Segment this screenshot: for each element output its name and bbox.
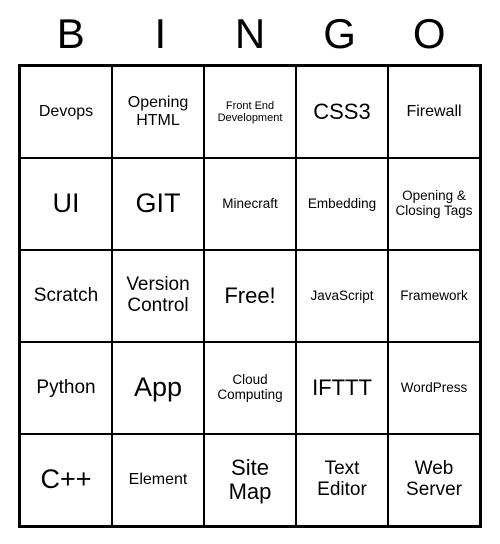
bingo-cell-4-0[interactable]: C++ <box>20 434 112 526</box>
bingo-cell-4-2[interactable]: Site Map <box>204 434 296 526</box>
cell-text: Site Map <box>208 456 292 504</box>
bingo-cell-4-4[interactable]: Web Server <box>388 434 480 526</box>
bingo-cell-0-4[interactable]: Firewall <box>388 66 480 158</box>
bingo-cell-1-0[interactable]: UI <box>20 158 112 250</box>
bingo-cell-2-1[interactable]: Version Control <box>112 250 204 342</box>
cell-text: JavaScript <box>310 289 373 304</box>
cell-text: Opening & Closing Tags <box>392 189 476 219</box>
cell-text: Scratch <box>34 286 98 307</box>
bingo-cell-0-3[interactable]: CSS3 <box>296 66 388 158</box>
header-letter-b: B <box>26 10 116 58</box>
bingo-grid: Devops Opening HTML Front End Development C… <box>18 64 482 528</box>
bingo-cell-2-0[interactable]: Scratch <box>20 250 112 342</box>
cell-text: Text Editor <box>300 459 384 501</box>
bingo-cell-4-1[interactable]: Element <box>112 434 204 526</box>
bingo-cell-3-3[interactable]: IFTTT <box>296 342 388 434</box>
cell-text: Free! <box>224 284 275 308</box>
cell-text: WordPress <box>401 381 468 396</box>
cell-text: Web Server <box>392 459 476 501</box>
cell-text: Embedding <box>308 197 376 212</box>
bingo-cell-1-4[interactable]: Opening & Closing Tags <box>388 158 480 250</box>
header-letter-i: I <box>116 10 206 58</box>
cell-text: C++ <box>40 465 91 495</box>
bingo-cell-0-1[interactable]: Opening HTML <box>112 66 204 158</box>
bingo-card: B I N G O Devops Opening HTML Front End De… <box>18 10 482 528</box>
bingo-cell-3-0[interactable]: Python <box>20 342 112 434</box>
cell-text: Front End Development <box>208 100 292 124</box>
cell-text: Opening HTML <box>116 94 200 129</box>
header-letter-g: G <box>295 10 385 58</box>
cell-text: IFTTT <box>312 376 372 400</box>
cell-text: Version Control <box>116 275 200 317</box>
cell-text: Element <box>129 471 188 489</box>
bingo-cell-1-1[interactable]: GIT <box>112 158 204 250</box>
bingo-cell-3-4[interactable]: WordPress <box>388 342 480 434</box>
bingo-cell-1-3[interactable]: Embedding <box>296 158 388 250</box>
bingo-cell-4-3[interactable]: Text Editor <box>296 434 388 526</box>
bingo-cell-1-2[interactable]: Minecraft <box>204 158 296 250</box>
bingo-header: B I N G O <box>18 10 482 58</box>
cell-text: Minecraft <box>222 197 278 212</box>
header-letter-o: O <box>384 10 474 58</box>
cell-text: App <box>134 373 182 403</box>
bingo-cell-2-2[interactable]: Free! <box>204 250 296 342</box>
bingo-cell-3-1[interactable]: App <box>112 342 204 434</box>
cell-text: GIT <box>136 189 181 219</box>
bingo-cell-0-0[interactable]: Devops <box>20 66 112 158</box>
cell-text: Firewall <box>406 103 461 121</box>
cell-text: Devops <box>39 103 93 121</box>
bingo-cell-2-4[interactable]: Framework <box>388 250 480 342</box>
bingo-cell-3-2[interactable]: Cloud Computing <box>204 342 296 434</box>
cell-text: UI <box>53 189 80 219</box>
cell-text: CSS3 <box>313 100 370 124</box>
bingo-cell-2-3[interactable]: JavaScript <box>296 250 388 342</box>
cell-text: Cloud Computing <box>208 373 292 403</box>
bingo-cell-0-2[interactable]: Front End Development <box>204 66 296 158</box>
header-letter-n: N <box>205 10 295 58</box>
cell-text: Framework <box>400 289 468 304</box>
cell-text: Python <box>36 378 95 399</box>
